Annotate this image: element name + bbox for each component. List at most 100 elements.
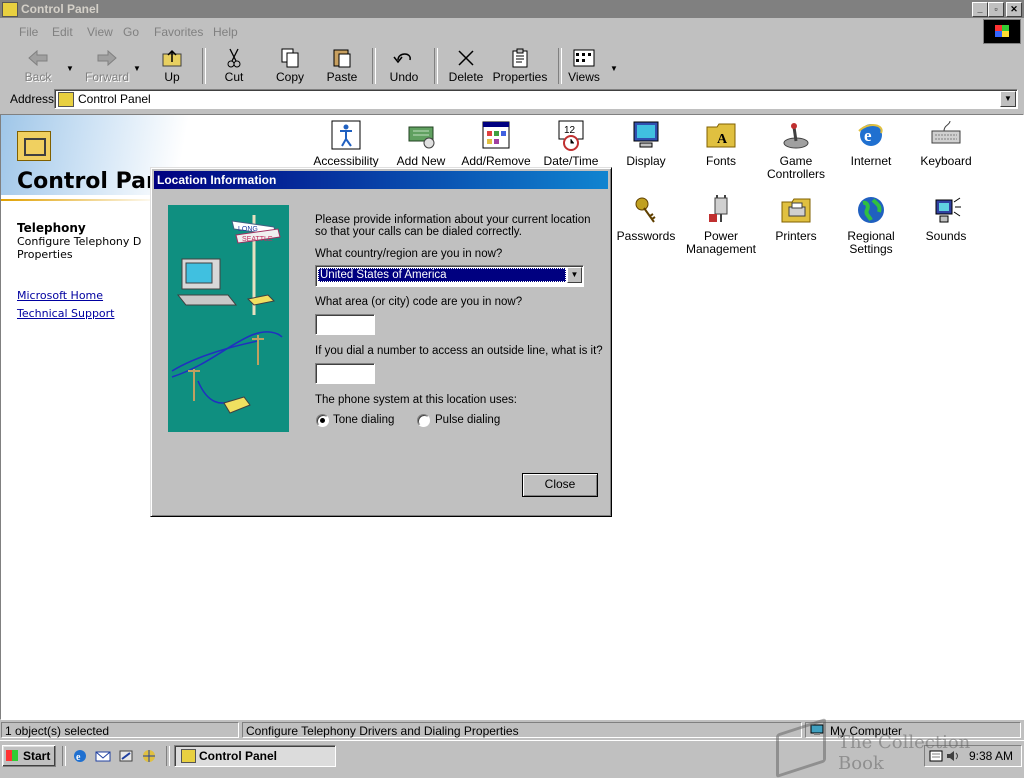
delete-button[interactable]: Delete	[444, 46, 488, 84]
tone-dialing-label[interactable]: Tone dialing	[333, 414, 394, 426]
maximize-button[interactable]: ▫	[988, 2, 1004, 17]
back-dropdown-icon[interactable]: ▼	[66, 64, 74, 73]
outlook-express-icon[interactable]	[95, 749, 111, 763]
cp-item-label: Passwords	[616, 229, 676, 243]
outside-line-input[interactable]	[315, 363, 375, 384]
cp-item-regional-settings[interactable]: Regional Settings	[833, 194, 909, 256]
printer-folder-icon	[781, 198, 811, 223]
control-panel-icon	[181, 749, 196, 763]
speaker-icon	[935, 197, 961, 223]
menu-view[interactable]: View	[87, 25, 113, 39]
internet-explorer-icon[interactable]: e	[72, 749, 88, 763]
control-panel-large-icon	[17, 131, 51, 161]
taskbar-task-label: Control Panel	[199, 749, 278, 763]
address-bar: Address Control Panel ▼	[2, 88, 1020, 110]
menu-go[interactable]: Go	[123, 25, 139, 39]
views-button[interactable]: Views	[564, 46, 604, 84]
up-label: Up	[164, 70, 180, 84]
area-code-input[interactable]	[315, 314, 375, 335]
toolbar-separator	[202, 48, 206, 84]
selected-item-name: Telephony	[17, 221, 86, 235]
pulse-dialing-radio[interactable]	[417, 414, 430, 427]
cp-item-fonts[interactable]: A Fonts	[683, 119, 759, 168]
tone-dialing-radio[interactable]	[316, 414, 329, 427]
cp-item-label: Fonts	[705, 154, 736, 168]
copy-label: Copy	[275, 70, 304, 84]
country-label: What country/region are you in now?	[315, 248, 503, 260]
scissors-icon	[227, 48, 241, 68]
cp-item-game-controllers[interactable]: Game Controllers	[758, 119, 834, 181]
properties-button[interactable]: Properties	[492, 46, 548, 84]
paste-icon	[333, 49, 351, 68]
menu-file[interactable]: File	[19, 25, 38, 39]
cp-item-power-management[interactable]: Power Management	[683, 194, 759, 256]
cut-button[interactable]: Cut	[214, 46, 254, 84]
minimize-button[interactable]: _	[972, 2, 988, 17]
close-button[interactable]: Close	[522, 473, 598, 497]
clock-calendar-icon: 12	[558, 120, 584, 151]
cp-item-add-remove-programs[interactable]: Add/Remove	[458, 119, 534, 168]
views-label: Views	[568, 70, 600, 84]
taskbar-separator	[62, 746, 66, 766]
forward-dropdown-icon[interactable]: ▼	[133, 64, 141, 73]
sign-seattle: SEATTLE	[242, 236, 273, 243]
dialog-title-bar[interactable]: Location Information	[154, 171, 608, 189]
cp-item-label: Game Controllers	[766, 154, 826, 181]
undo-label: Undo	[389, 70, 419, 84]
address-dropdown-icon[interactable]: ▼	[1000, 91, 1016, 107]
add-hardware-icon	[408, 126, 435, 149]
status-selection: 1 object(s) selected	[1, 722, 239, 738]
paste-label: Paste	[326, 70, 358, 84]
address-field[interactable]: Control Panel ▼	[54, 89, 1018, 109]
cp-item-label: Add/Remove	[461, 154, 531, 168]
watermark: The Collection Book	[776, 717, 1016, 778]
copy-button[interactable]: Copy	[268, 46, 312, 84]
heading-rule	[1, 199, 161, 201]
undo-button[interactable]: Undo	[384, 46, 424, 84]
menu-favorites[interactable]: Favorites	[154, 25, 203, 39]
phone-system-label: The phone system at this location uses:	[315, 394, 517, 406]
telephony-illustration-icon: LONG SEATTLE	[168, 205, 289, 432]
paste-button[interactable]: Paste	[320, 46, 364, 84]
close-window-button[interactable]: ✕	[1006, 2, 1022, 17]
cp-item-label: Add New	[396, 154, 446, 168]
menu-edit[interactable]: Edit	[52, 25, 73, 39]
svg-text:12: 12	[564, 125, 576, 136]
forward-arrow-icon	[97, 49, 117, 67]
cp-item-date-time[interactable]: 12 Date/Time	[533, 119, 609, 168]
cp-item-label: Display	[626, 154, 666, 168]
control-panel-icon	[2, 2, 18, 17]
pulse-dialing-label[interactable]: Pulse dialing	[435, 414, 500, 426]
cp-item-passwords[interactable]: Passwords	[608, 194, 684, 243]
monitor-icon	[633, 121, 659, 148]
technical-support-link[interactable]: Technical Support	[17, 307, 115, 320]
start-button[interactable]: Start	[2, 745, 56, 767]
cp-item-label: Date/Time	[543, 154, 599, 168]
window-title: Control Panel	[21, 2, 100, 16]
show-desktop-icon[interactable]	[118, 749, 134, 763]
cp-item-sounds[interactable]: Sounds	[908, 194, 984, 243]
keys-icon	[635, 197, 656, 223]
channels-icon[interactable]	[141, 749, 157, 763]
chevron-down-icon[interactable]: ▼	[567, 267, 582, 283]
taskbar-control-panel-button[interactable]: Control Panel	[174, 745, 336, 767]
forward-button[interactable]: Forward	[82, 46, 132, 84]
menu-help[interactable]: Help	[213, 25, 238, 39]
cut-label: Cut	[224, 70, 244, 84]
back-button[interactable]: Back	[16, 46, 60, 84]
cp-item-display[interactable]: Display	[608, 119, 684, 168]
windows-logo-icon	[983, 19, 1021, 44]
internet-explorer-icon: e	[858, 124, 883, 146]
cp-item-add-new-hardware[interactable]: Add New	[383, 119, 459, 168]
window-title-bar[interactable]: Control Panel _ ▫ ✕	[0, 0, 1024, 18]
cp-item-keyboard[interactable]: Keyboard	[908, 119, 984, 168]
cp-item-accessibility[interactable]: Accessibility	[308, 119, 384, 168]
views-dropdown-icon[interactable]: ▼	[610, 64, 618, 73]
address-value: Control Panel	[78, 92, 151, 106]
microsoft-home-link[interactable]: Microsoft Home	[17, 289, 103, 302]
cp-item-printers[interactable]: Printers	[758, 194, 834, 243]
up-button[interactable]: Up	[152, 46, 192, 84]
globe-icon	[858, 197, 884, 223]
cp-item-internet[interactable]: e Internet	[833, 119, 909, 168]
country-select[interactable]: United States of America ▼	[315, 265, 584, 287]
